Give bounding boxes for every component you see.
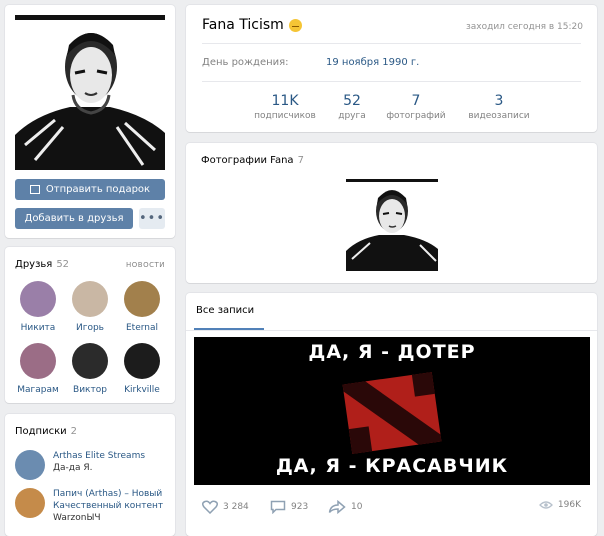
photo-image [346, 179, 438, 271]
friend-avatar [72, 343, 108, 379]
comment-button[interactable]: 923 [270, 500, 308, 514]
friends-card: Друзья 52 НОВОСТИ Никита Игорь Eternal Ма… [5, 247, 175, 403]
friend-avatar [20, 343, 56, 379]
friend-name: Магарам [17, 385, 59, 395]
friends-title-label: Друзья [15, 259, 53, 270]
profile-name-row: Fana Ticism [202, 17, 302, 33]
subscription-desc: WarzonЫЧ [53, 513, 101, 523]
last-seen: заходил сегодня в 15:20 [465, 22, 583, 32]
subscriptions-count: 2 [70, 426, 78, 437]
like-button[interactable]: 3 284 [202, 500, 249, 514]
profile-divider [202, 81, 581, 82]
friends-count: 52 [56, 259, 70, 270]
subscription-desc: Да-да Я. [53, 463, 93, 473]
eye-icon [538, 501, 553, 509]
post-actions: 3 284 923 10 196K [198, 500, 585, 516]
comment-icon [270, 500, 286, 514]
profile-avatar[interactable] [15, 15, 165, 170]
photo-thumbnail[interactable] [346, 179, 438, 271]
subscription-item[interactable]: Arthas Elite Streams Да-да Я. [15, 450, 170, 482]
avatar-top-bar [15, 15, 165, 20]
friends-news-link[interactable]: НОВОСТИ [126, 261, 165, 269]
friend-name: Никита [20, 323, 56, 333]
comments-count: 923 [291, 502, 309, 512]
views-counter: 196K [538, 500, 581, 510]
post-image[interactable]: ДА, Я - ДОТЕР ДА, Я - КРАСАВЧИК [194, 337, 590, 485]
friend-name: Kirkville [124, 385, 160, 395]
subscription-avatar [15, 450, 45, 480]
subscription-avatar [15, 488, 45, 518]
send-gift-button[interactable]: Отправить подарок [15, 179, 165, 200]
subscriptions-title[interactable]: Подписки 2 [15, 426, 77, 437]
status-emoji-icon [288, 18, 302, 32]
profile-avatar-card: Отправить подарок Добавить в друзья ••• [5, 5, 175, 238]
subscription-title[interactable]: Папич (Arthas) – Новый Качественный конт… [53, 488, 173, 512]
friend-item[interactable]: Виктор [65, 343, 115, 395]
friend-item[interactable]: Магарам [13, 343, 63, 395]
profile-name: Fana Ticism [202, 17, 284, 33]
friend-name: Eternal [125, 323, 158, 333]
subscriptions-title-label: Подписки [15, 426, 67, 437]
friend-name: Виктор [73, 385, 107, 395]
photos-title[interactable]: Фотографии Fana 7 [201, 155, 304, 166]
post-text-bottom: ДА, Я - КРАСАВЧИК [275, 455, 509, 477]
friend-avatar [124, 343, 160, 379]
friend-avatar [72, 281, 108, 317]
profile-info-card: Fana Ticism заходил сегодня в 15:20 День… [186, 5, 597, 132]
counter-value: 7 [411, 93, 421, 109]
avatar-image [15, 20, 165, 170]
photos-count: 7 [297, 155, 304, 166]
more-dots-icon: ••• [139, 211, 166, 226]
shares-count: 10 [351, 502, 363, 512]
subscriptions-card: Подписки 2 Arthas Elite Streams Да-да Я. … [5, 414, 175, 536]
share-button[interactable]: 10 [328, 500, 362, 514]
wall-card: Все записи ДА, Я - ДОТЕР ДА, Я - КРАСАВЧ… [186, 293, 597, 536]
friend-item[interactable]: Никита [13, 281, 63, 333]
counter-label: видеозаписи [468, 111, 530, 121]
birthday-value[interactable]: 19 ноября 1990 г. [326, 57, 419, 68]
heart-icon [202, 500, 218, 514]
friends-title[interactable]: Друзья 52 [15, 259, 69, 270]
tab-all-posts[interactable]: Все записи [196, 305, 254, 316]
friend-avatar [20, 281, 56, 317]
gift-icon [29, 185, 40, 194]
friend-item[interactable]: Игорь [65, 281, 115, 333]
views-count: 196K [557, 500, 581, 510]
subscription-title[interactable]: Arthas Elite Streams [53, 450, 173, 462]
friend-name: Игорь [76, 323, 104, 333]
post-text-top: ДА, Я - ДОТЕР [308, 341, 476, 363]
add-friend-label: Добавить в друзья [24, 213, 124, 224]
photos-title-label: Фотографии Fana [201, 155, 294, 166]
counter-label: фотографий [386, 111, 446, 121]
add-friend-button[interactable]: Добавить в друзья [15, 208, 133, 229]
wall-divider [186, 330, 597, 331]
more-actions-button[interactable]: ••• [139, 208, 165, 229]
share-icon [328, 500, 346, 514]
friend-item[interactable]: Eternal [117, 281, 167, 333]
counter-photos[interactable]: 7 фотографий [376, 93, 456, 123]
profile-divider [202, 43, 581, 44]
send-gift-label: Отправить подарок [45, 184, 151, 195]
birthday-label: День рождения: [202, 57, 289, 68]
counter-videos[interactable]: 3 видеозаписи [459, 93, 539, 123]
likes-count: 3 284 [223, 502, 249, 512]
counter-value: 3 [494, 93, 504, 109]
photos-card: Фотографии Fana 7 [186, 143, 597, 283]
friend-avatar [124, 281, 160, 317]
friend-item[interactable]: Kirkville [117, 343, 167, 395]
subscription-item[interactable]: Папич (Arthas) – Новый Качественный конт… [15, 488, 170, 532]
